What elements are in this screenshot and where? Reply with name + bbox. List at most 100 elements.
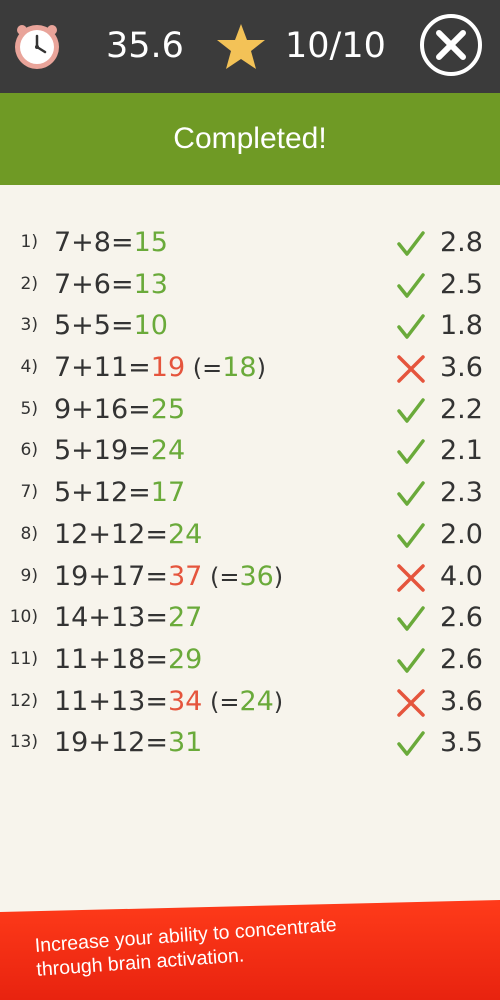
result-row: 9) 19+17=37 (=36) 4.0 — [0, 556, 500, 598]
question-text: 7+6= — [54, 268, 134, 300]
check-icon — [397, 398, 425, 423]
cross-icon — [397, 563, 425, 592]
answer-time: 2.3 — [440, 477, 483, 509]
equation: 7+8=15 — [54, 225, 168, 261]
question-number: 11) — [9, 648, 38, 669]
question-text: 5+12= — [54, 477, 151, 509]
equation: 19+17=37 (=36) — [54, 559, 283, 595]
question-number: 7) — [20, 482, 38, 503]
question-text: 12+12= — [54, 518, 168, 550]
check-icon — [397, 439, 425, 465]
question-text: 11+18= — [54, 643, 168, 675]
question-text: 14+13= — [54, 602, 168, 634]
equation: 12+12=24 — [54, 517, 202, 553]
result-row: 7) 5+12=17 2.3 — [0, 472, 500, 514]
result-row: 1) 7+8=15 2.8 — [0, 222, 500, 264]
result-row: 3) 5+5=10 1.8 — [0, 305, 500, 347]
result-row: 2) 7+6=13 2.5 — [0, 264, 500, 306]
elapsed-time: 35.6 — [106, 26, 184, 66]
result-row: 4) 7+11=19 (=18) 3.6 — [0, 347, 500, 389]
question-text: 19+12= — [54, 727, 168, 759]
equation: 11+18=29 — [54, 642, 202, 678]
check-icon — [397, 606, 425, 631]
question-text: 7+8= — [54, 227, 134, 258]
user-answer: 15 — [133, 227, 168, 258]
answer-time: 1.8 — [440, 310, 483, 342]
answer-time: 2.2 — [440, 393, 483, 425]
result-row: 13) 19+12=31 3.5 — [0, 722, 500, 764]
equation: 9+16=25 — [54, 392, 185, 428]
user-answer: 24 — [167, 518, 203, 550]
question-number: 12) — [9, 690, 38, 711]
result-row: 11) 11+18=29 2.6 — [0, 639, 500, 681]
results-list: 1) 7+8=15 2.8 2) 7+6=13 2.5 3) 5+5=10 1.8 4) 7+11=… — [0, 222, 500, 764]
equation: 7+6=13 — [54, 267, 168, 303]
equation: 5+19=24 — [54, 433, 185, 469]
user-answer: 34 — [167, 685, 203, 717]
check-icon — [397, 231, 425, 256]
answer-time: 2.0 — [440, 518, 483, 550]
user-answer: 13 — [133, 268, 168, 300]
result-row: 8) 12+12=24 2.0 — [0, 514, 500, 556]
question-text: 9+16= — [54, 393, 151, 425]
user-answer: 25 — [150, 393, 186, 425]
correct-answer-note: (=18) — [185, 352, 266, 384]
answer-time: 2.5 — [440, 268, 483, 300]
user-answer: 19 — [150, 352, 186, 384]
check-icon — [397, 731, 425, 756]
cross-icon — [397, 355, 425, 383]
question-text: 19+17= — [54, 560, 168, 592]
answer-time: 2.6 — [440, 643, 483, 675]
user-answer: 17 — [150, 477, 186, 509]
check-icon — [397, 523, 425, 548]
answer-time: 3.6 — [440, 352, 483, 384]
user-answer: 24 — [150, 435, 186, 467]
check-icon — [397, 314, 425, 340]
close-button[interactable] — [420, 14, 482, 76]
user-answer: 37 — [167, 560, 203, 592]
result-row: 5) 9+16=25 2.2 — [0, 389, 500, 431]
correct-answer: 18 — [222, 352, 257, 384]
question-number: 6) — [20, 440, 38, 461]
question-number: 3) — [20, 315, 38, 336]
check-icon — [397, 648, 425, 673]
question-text: 11+13= — [54, 685, 168, 717]
user-answer: 27 — [167, 602, 203, 634]
equation: 5+5=10 — [54, 308, 168, 344]
correct-answer-note: (=24) — [202, 685, 284, 717]
completed-banner: Completed! — [0, 93, 500, 185]
question-number: 5) — [20, 398, 38, 419]
question-number: 1) — [20, 232, 38, 252]
equation: 5+12=17 — [54, 475, 185, 511]
correct-answer: 24 — [239, 685, 274, 717]
question-number: 13) — [9, 732, 38, 753]
question-text: 5+19= — [54, 435, 151, 467]
answer-time: 4.0 — [440, 560, 483, 592]
user-answer: 29 — [167, 643, 203, 675]
star-icon — [217, 24, 265, 69]
answer-time: 2.8 — [440, 227, 483, 258]
result-row: 6) 5+19=24 2.1 — [0, 430, 500, 472]
result-row: 10) 14+13=27 2.6 — [0, 597, 500, 639]
question-text: 7+11= — [54, 352, 151, 384]
correct-answer: 36 — [239, 560, 274, 592]
user-answer: 10 — [133, 310, 168, 342]
check-icon — [397, 481, 425, 506]
answer-time: 3.5 — [440, 727, 483, 759]
cross-icon — [397, 688, 425, 717]
question-number: 8) — [20, 523, 38, 544]
top-bar: 35.6 10/10 — [0, 0, 500, 93]
clock-icon — [15, 25, 59, 69]
question-number: 2) — [20, 273, 38, 294]
result-row: 12) 11+13=34 (=24) 3.6 — [0, 681, 500, 723]
answer-time: 3.6 — [440, 685, 483, 717]
equation: 19+12=31 — [54, 725, 202, 761]
equation: 7+11=19 (=18) — [54, 350, 266, 386]
close-icon — [436, 30, 466, 60]
equation: 14+13=27 — [54, 600, 202, 636]
equation: 11+13=34 (=24) — [54, 684, 283, 720]
check-icon — [397, 272, 425, 298]
question-number: 4) — [20, 357, 38, 378]
answer-time: 2.1 — [440, 435, 483, 467]
question-number: 10) — [9, 607, 38, 628]
